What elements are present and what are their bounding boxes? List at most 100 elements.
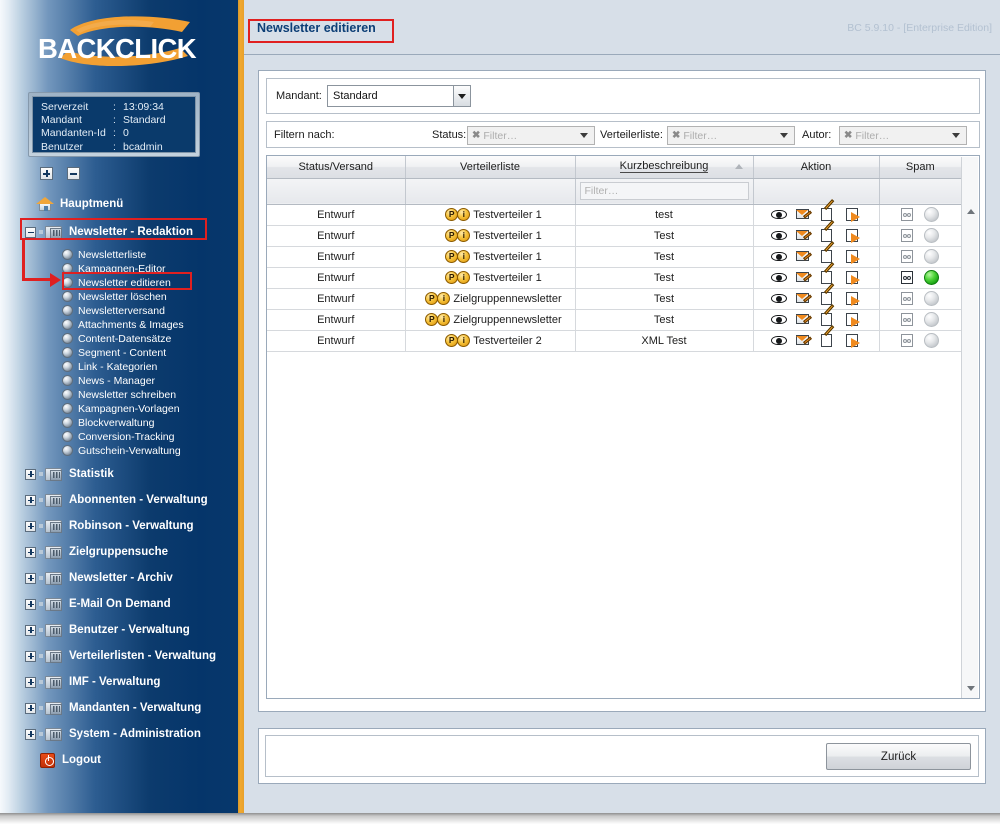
badge-i[interactable]: i — [457, 208, 471, 221]
sidebar-item-logout[interactable]: Logout — [40, 750, 238, 770]
sidebar-item-system-administration[interactable]: System - Administration — [25, 724, 238, 744]
expand-toggle-icon[interactable] — [25, 468, 36, 480]
sidebar-item-newsletter-archiv[interactable]: Newsletter - Archiv — [25, 568, 238, 588]
chevron-down-icon[interactable] — [780, 133, 788, 138]
column-header-aktion[interactable]: Aktion — [753, 156, 880, 179]
status-filter-select[interactable]: ✖ Filter… — [467, 126, 595, 145]
spam-report-icon[interactable] — [901, 291, 917, 306]
sidebar-item-segment-content[interactable]: Segment - Content — [62, 346, 238, 360]
send-mail-icon[interactable] — [795, 207, 812, 222]
sidebar-item-content-datensaetze[interactable]: Content-Datensätze — [62, 332, 238, 346]
expand-toggle-icon[interactable] — [25, 728, 36, 740]
table-row[interactable]: Entwurf Pi Zielgruppennewsletter Test — [267, 283, 961, 310]
expand-toggle-icon[interactable] — [25, 598, 36, 610]
preview-icon[interactable] — [770, 333, 787, 348]
sidebar-item-newsletterliste[interactable]: Newsletterliste — [62, 248, 238, 262]
verteilerliste-filter-select[interactable]: ✖ Filter… — [667, 126, 795, 145]
expand-toggle-icon[interactable] — [25, 520, 36, 532]
table-row[interactable]: Entwurf Pi Testverteiler 1 Test — [267, 220, 961, 247]
expand-toggle-icon[interactable] — [25, 650, 36, 662]
badge-i[interactable]: i — [457, 271, 471, 284]
edit-icon[interactable] — [820, 262, 837, 285]
preview-icon[interactable] — [770, 291, 787, 306]
sidebar-item-hauptmenue[interactable]: Hauptmenü — [36, 194, 238, 214]
chevron-down-icon[interactable] — [952, 133, 960, 138]
clear-icon[interactable]: ✖ — [844, 130, 852, 141]
sidebar-item-newsletter-schreiben[interactable]: Newsletter schreiben — [62, 388, 238, 402]
send-mail-icon[interactable] — [795, 312, 812, 327]
sidebar-item-robinson-verwaltung[interactable]: Robinson - Verwaltung — [25, 516, 238, 536]
copy-icon[interactable] — [845, 228, 862, 243]
send-mail-icon[interactable] — [795, 333, 812, 348]
collapse-all-button[interactable] — [67, 167, 80, 180]
kurzbeschreibung-filter-input[interactable]: Filter… — [579, 182, 749, 200]
sidebar-item-news-manager[interactable]: News - Manager — [62, 374, 238, 388]
sidebar-item-kampagnen-editor[interactable]: Kampagnen-Editor — [62, 262, 238, 276]
sidebar-item-conversion-tracking[interactable]: Conversion-Tracking — [62, 430, 238, 444]
badge-i[interactable]: i — [457, 229, 471, 242]
preview-icon[interactable] — [770, 228, 787, 243]
badge-i[interactable]: i — [437, 313, 451, 326]
sidebar-item-newsletter-redaktion[interactable]: Newsletter - Redaktion — [25, 222, 238, 242]
preview-icon[interactable] — [770, 249, 787, 264]
sidebar-item-email-on-demand[interactable]: E-Mail On Demand — [25, 594, 238, 614]
send-mail-icon[interactable] — [795, 228, 812, 243]
copy-icon[interactable] — [845, 312, 862, 327]
edit-icon[interactable] — [820, 325, 837, 348]
table-row[interactable]: Entwurf Pi Testverteiler 1 Test — [267, 262, 961, 289]
autor-filter-select[interactable]: ✖ Filter… — [839, 126, 967, 145]
expand-toggle-icon[interactable] — [25, 494, 36, 506]
table-row[interactable]: Entwurf Pi Zielgruppennewsletter Test — [267, 304, 961, 331]
column-header-spam[interactable]: Spam — [879, 156, 961, 179]
scroll-up-icon[interactable] — [962, 203, 979, 220]
table-row[interactable]: Entwurf Pi Testverteiler 2 XML Test — [267, 325, 961, 352]
sidebar-item-statistik[interactable]: Statistik — [25, 464, 238, 484]
send-mail-icon[interactable] — [795, 291, 812, 306]
edit-icon[interactable] — [820, 241, 837, 264]
edit-icon[interactable] — [820, 304, 837, 327]
sidebar-item-mandanten-verwaltung[interactable]: Mandanten - Verwaltung — [25, 698, 238, 718]
preview-icon[interactable] — [770, 312, 787, 327]
expand-toggle-icon[interactable] — [25, 702, 36, 714]
spam-report-icon[interactable] — [901, 207, 917, 222]
sidebar-item-newsletterversand[interactable]: Newsletterversand — [62, 304, 238, 318]
sidebar-item-gutschein-verwaltung[interactable]: Gutschein-Verwaltung — [62, 444, 238, 458]
scroll-down-icon[interactable] — [962, 680, 979, 697]
sidebar-item-abonnenten-verwaltung[interactable]: Abonnenten - Verwaltung — [25, 490, 238, 510]
expand-toggle-icon[interactable] — [25, 676, 36, 688]
preview-icon[interactable] — [770, 270, 787, 285]
send-mail-icon[interactable] — [795, 270, 812, 285]
badge-i[interactable]: i — [457, 250, 471, 263]
sidebar-item-benutzer-verwaltung[interactable]: Benutzer - Verwaltung — [25, 620, 238, 640]
copy-icon[interactable] — [845, 207, 862, 222]
column-header-verteilerliste[interactable]: Verteilerliste — [405, 156, 576, 179]
badge-i[interactable]: i — [437, 292, 451, 305]
sidebar-item-verteilerlisten-verwaltung[interactable]: Verteilerlisten - Verwaltung — [25, 646, 238, 666]
collapse-toggle-icon[interactable] — [25, 226, 36, 238]
table-vertical-scrollbar[interactable] — [961, 157, 979, 698]
column-header-kurzbeschreibung[interactable]: Kurzbeschreibung — [575, 156, 754, 179]
spam-report-icon[interactable] — [901, 249, 917, 264]
copy-icon[interactable] — [845, 270, 862, 285]
sidebar-item-newsletter-loeschen[interactable]: Newsletter löschen — [62, 290, 238, 304]
preview-icon[interactable] — [770, 207, 787, 222]
mandant-select[interactable]: Standard — [327, 85, 471, 107]
table-row[interactable]: Entwurf Pi Testverteiler 1 Test — [267, 241, 961, 268]
sidebar-item-link-kategorien[interactable]: Link - Kategorien — [62, 360, 238, 374]
expand-toggle-icon[interactable] — [25, 624, 36, 636]
clear-icon[interactable]: ✖ — [472, 130, 480, 141]
badge-i[interactable]: i — [457, 334, 471, 347]
expand-toggle-icon[interactable] — [25, 572, 36, 584]
edit-icon[interactable] — [820, 283, 837, 306]
sidebar-item-newsletter-editieren[interactable]: Newsletter editieren — [62, 276, 238, 290]
send-mail-icon[interactable] — [795, 249, 812, 264]
clear-icon[interactable]: ✖ — [672, 130, 680, 141]
sidebar-item-zielgruppensuche[interactable]: Zielgruppensuche — [25, 542, 238, 562]
sidebar-item-kampagnen-vorlagen[interactable]: Kampagnen-Vorlagen — [62, 402, 238, 416]
edit-icon[interactable] — [820, 199, 837, 222]
spam-report-icon[interactable] — [901, 228, 917, 243]
expand-toggle-icon[interactable] — [25, 546, 36, 558]
copy-icon[interactable] — [845, 291, 862, 306]
sidebar-item-attachments-images[interactable]: Attachments & Images — [62, 318, 238, 332]
copy-icon[interactable] — [845, 249, 862, 264]
